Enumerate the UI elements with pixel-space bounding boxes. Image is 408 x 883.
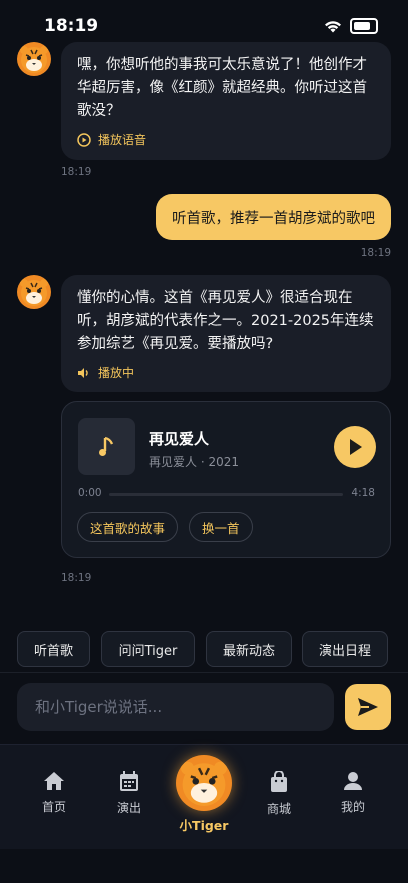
tab-home[interactable]: 首页 xyxy=(24,771,84,815)
play-icon xyxy=(350,439,362,455)
playing-audio-button[interactable]: 播放中 xyxy=(77,364,375,381)
play-voice-button[interactable]: 播放语音 xyxy=(77,131,375,148)
user-message-text: 听首歌，推荐一首胡彦斌的歌吧 xyxy=(172,210,375,227)
send-button[interactable] xyxy=(345,684,391,730)
tab-shows-label: 演出 xyxy=(116,801,141,815)
tab-home-label: 首页 xyxy=(41,800,66,814)
quick-action-ask-tiger[interactable]: 问问Tiger xyxy=(101,631,195,667)
quick-action-latest-news[interactable]: 最新动态 xyxy=(206,631,292,667)
wifi-icon xyxy=(325,20,341,32)
tab-shop[interactable]: 商城 xyxy=(249,771,309,817)
quick-action-listen[interactable]: 听首歌 xyxy=(17,631,90,667)
tab-xiao-tiger-label: 小Tiger xyxy=(179,818,229,833)
tab-xiao-tiger[interactable]: 小Tiger xyxy=(174,755,234,834)
album-art xyxy=(78,418,135,475)
quick-action-schedule[interactable]: 演出日程 xyxy=(302,631,388,667)
play-circle-icon xyxy=(77,132,91,147)
tab-me-label: 我的 xyxy=(340,800,365,814)
shopping-bag-icon xyxy=(271,771,287,792)
tiger-avatar-icon xyxy=(17,275,51,309)
ai-message-bubble: 嘿，你想听他的事我可太乐意说了！他创作才华超厉害，像《红颜》就超经典。你听过这首… xyxy=(61,42,391,160)
switch-song-button[interactable]: 换一首 xyxy=(189,512,253,542)
status-time: 18:19 xyxy=(44,16,99,36)
ai-message-text: 嘿，你想听他的事我可太乐意说了！他创作才华超厉害，像《红颜》就超经典。你听过这首… xyxy=(77,57,367,119)
song-title: 再见爱人 xyxy=(149,430,210,448)
ai-message-bubble: 懂你的心情。这首《再见爱人》很适合现在听，胡彦斌的代表作之一。2021-2025… xyxy=(61,275,391,392)
speaker-icon xyxy=(78,367,88,378)
home-icon xyxy=(44,772,64,790)
message-timestamp: 18:19 xyxy=(61,166,92,178)
song-story-button[interactable]: 这首歌的故事 xyxy=(77,512,179,542)
tab-shop-label: 商城 xyxy=(266,802,291,816)
play-voice-label: 播放语音 xyxy=(98,133,147,147)
message-timestamp: 18:19 xyxy=(360,247,391,259)
input-area xyxy=(0,672,408,745)
status-icons xyxy=(324,18,378,34)
music-note-icon xyxy=(98,436,113,456)
tab-shows[interactable]: 演出 xyxy=(99,771,159,816)
total-time: 4:18 xyxy=(351,487,375,499)
person-icon xyxy=(344,772,362,790)
music-card: 再见爱人 再见爱人 · 2021 0:00 4:18 这首歌的故事 换一首 xyxy=(61,401,391,558)
message-timestamp: 18:19 xyxy=(61,572,92,584)
song-subtitle: 再见爱人 · 2021 xyxy=(149,455,239,469)
calendar-icon xyxy=(120,771,138,791)
send-icon xyxy=(358,698,378,716)
play-button[interactable] xyxy=(334,426,376,468)
current-time: 0:00 xyxy=(78,487,102,499)
progress-bar[interactable] xyxy=(109,493,343,496)
ai-message-text: 懂你的心情。这首《再见爱人》很适合现在听，胡彦斌的代表作之一。2021-2025… xyxy=(77,290,374,352)
user-message-bubble: 听首歌，推荐一首胡彦斌的歌吧 xyxy=(156,194,391,240)
battery-icon xyxy=(350,18,378,34)
playing-label: 播放中 xyxy=(98,366,135,380)
tab-me[interactable]: 我的 xyxy=(323,771,383,815)
tiger-avatar-icon xyxy=(176,755,232,811)
message-input[interactable] xyxy=(17,683,334,731)
tiger-avatar-icon xyxy=(17,42,51,76)
tab-bar: 首页 演出 小Tiger 商城 我的 xyxy=(0,744,408,849)
